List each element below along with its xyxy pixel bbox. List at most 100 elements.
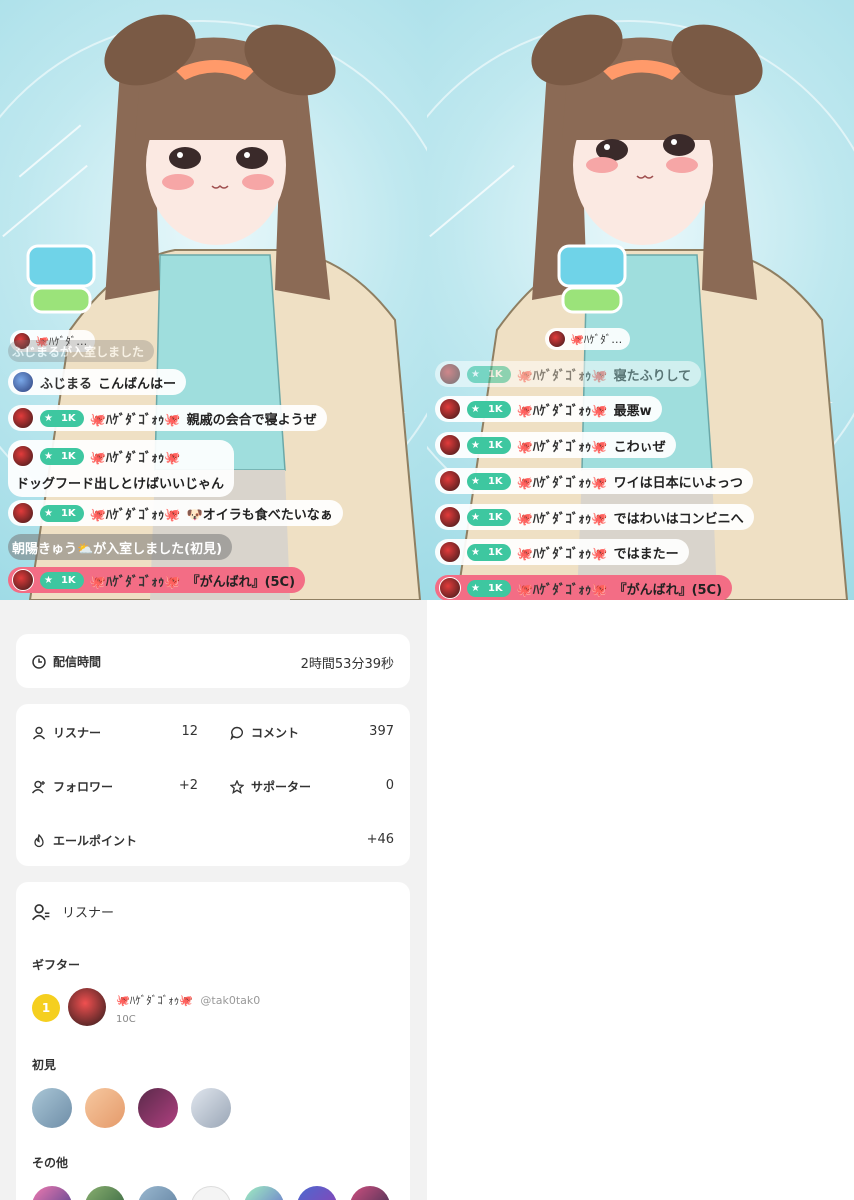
listener-avatar[interactable] <box>138 1186 178 1200</box>
empty-area <box>427 600 854 1200</box>
chat-message[interactable]: ★ 1K 🐙ﾊｹﾞﾀﾞｺﾞｫｩ🐙 寝たふりして <box>435 361 702 387</box>
rank-badge: 1 <box>32 994 60 1022</box>
chat-text: 寝たふりして <box>613 368 692 384</box>
star-icon: ★ <box>471 368 480 380</box>
chat-username: 🐙ﾊｹﾞﾀﾞｺﾞｫｩ🐙 <box>516 546 608 562</box>
stats-card: リスナー 12 コメント 397 フォロワー +2 サポーター 0 エールポイン… <box>16 704 410 866</box>
yell-points-value: +46 <box>366 832 394 847</box>
first-time-heading: 初見 <box>32 1058 57 1072</box>
clock-icon <box>32 654 46 669</box>
add-person-icon <box>32 780 45 793</box>
user-avatar <box>439 363 461 385</box>
chat-message[interactable]: ★ 1K 🐙ﾊｹﾞﾀﾞｺﾞｫｩ🐙 🐶オイラも食べたいなぁ <box>8 500 343 526</box>
level-badge: ★ 1K <box>467 472 511 490</box>
star-icon: ★ <box>471 403 480 415</box>
notice-text: 朝陽きゅう⛅が入室しました(初見) <box>12 541 223 557</box>
user-avatar <box>439 434 461 456</box>
listener-avatar[interactable] <box>297 1186 337 1200</box>
followers-value: +2 <box>178 778 198 793</box>
star-icon: ★ <box>44 450 53 462</box>
listener-avatar[interactable] <box>350 1186 390 1200</box>
notice-text: ふじまるが入室しました <box>12 344 145 359</box>
supporters-value: 0 <box>385 778 394 793</box>
level-badge: ★ 1K <box>467 436 511 454</box>
listener-avatar[interactable] <box>191 1088 231 1128</box>
user-avatar <box>439 541 461 563</box>
gifters-heading: ギフター <box>32 958 81 972</box>
star-icon: ★ <box>471 546 480 558</box>
user-avatar <box>548 330 566 348</box>
chat-message[interactable]: ★ 1K 🐙ﾊｹﾞﾀﾞｺﾞｫｩ🐙 ではわいはコンビニへ <box>435 504 754 530</box>
chat-text: 親戚の会合で寝ようぜ <box>186 412 317 428</box>
gifter-info[interactable]: 🐙ﾊｹﾞﾀﾞｺﾞｫｩ🐙 @tak0tak0 10C <box>116 992 260 1025</box>
level-badge: ★ 1K <box>467 579 511 597</box>
listener-avatar[interactable] <box>32 1088 72 1128</box>
listener-avatar[interactable] <box>85 1088 125 1128</box>
star-icon: ★ <box>471 475 480 487</box>
chat-message[interactable]: ★ 1K 🐙ﾊｹﾞﾀﾞｺﾞｫｩ🐙 こわぃぜ <box>435 432 676 458</box>
comment-icon <box>230 726 243 740</box>
listener-avatar[interactable] <box>191 1186 231 1200</box>
chat-username: 🐙ﾊｹﾞﾀﾞｺﾞｫｩ🐙 <box>516 403 608 419</box>
user-avatar <box>439 470 461 492</box>
user-avatar <box>12 445 34 467</box>
level-badge: ★ 1K <box>467 365 511 383</box>
gifter-name: 🐙ﾊｹﾞﾀﾞｺﾞｫｩ🐙 <box>116 994 193 1007</box>
listener-avatar[interactable] <box>244 1186 284 1200</box>
stream-left-panel: ✦ ✦ ✦ 🐙ﾊｹﾞﾀﾞ… ふじまるが入室しました <box>0 0 427 600</box>
chat-username: 🐙ﾊｹﾞﾀﾞｺﾞｫｩ🐙 <box>516 439 608 455</box>
listener-avatar[interactable] <box>138 1088 178 1128</box>
duration-value: 2時間53分39秒 <box>300 657 394 672</box>
level-badge: ★ 1K <box>467 400 511 418</box>
listener-avatar[interactable] <box>85 1186 125 1200</box>
listener-avatar[interactable] <box>32 1186 72 1200</box>
user-avatar <box>12 569 34 591</box>
user-avatar <box>439 577 461 599</box>
chat-username: 🐙ﾊｹﾞﾀﾞｺﾞｫｩ🐙 <box>516 511 608 527</box>
chat-message[interactable]: ふじまる こんばんはー <box>8 369 187 395</box>
chat-text: ではまたー <box>613 546 679 562</box>
level-badge: ★ 1K <box>40 571 84 589</box>
system-notice: ふじまるが入室しました <box>8 340 155 362</box>
star-icon: ★ <box>471 582 480 594</box>
listeners-value: 12 <box>181 724 198 739</box>
chat-username: 🐙ﾊｹﾞﾀﾞｺﾞｫｩ🐙 <box>89 574 181 590</box>
chat-username: ふじまる <box>40 376 93 392</box>
listener-list-icon <box>32 903 50 920</box>
level-badge: ★ 1K <box>40 504 84 522</box>
listeners-section-title: リスナー <box>32 902 114 921</box>
system-notice: 朝陽きゅう⛅が入室しました(初見) <box>8 534 233 560</box>
level-badge: ★ 1K <box>40 409 84 427</box>
supporters-label: サポーター <box>230 778 311 795</box>
user-avatar <box>12 371 34 393</box>
duration-label: 配信時間 <box>32 653 101 670</box>
star-icon: ★ <box>471 511 480 523</box>
chat-message[interactable]: ★ 1K 🐙ﾊｹﾞﾀﾞｺﾞｫｩ🐙 親戚の会合で寝ようぜ <box>8 405 327 431</box>
gift-message[interactable]: ★ 1K 🐙ﾊｹﾞﾀﾞｺﾞｫｩ🐙 『がんばれ』(5C) <box>435 575 733 600</box>
others-heading: その他 <box>32 1156 69 1170</box>
sticker-image <box>557 244 627 314</box>
level-badge: ★ 1K <box>467 508 511 526</box>
chat-text: 『がんばれ』(5C) <box>613 582 723 598</box>
duration-card: 配信時間 2時間53分39秒 <box>16 634 410 688</box>
mini-user-tag[interactable]: 🐙ﾊｹﾞﾀﾞ… <box>545 328 631 350</box>
chat-message[interactable]: ★ 1K 🐙ﾊｹﾞﾀﾞｺﾞｫｩ🐙 ワイは日本にいよっつ <box>435 468 753 494</box>
gifter-handle: @tak0tak0 <box>200 994 261 1007</box>
gift-message[interactable]: ★ 1K 🐙ﾊｹﾞﾀﾞｺﾞｫｩ🐙 『がんばれ』(5C) <box>8 567 306 593</box>
chat-message[interactable]: ★ 1K 🐙ﾊｹﾞﾀﾞｺﾞｫｩ🐙 最悪w <box>435 396 662 422</box>
chat-message[interactable]: ★ 1K 🐙ﾊｹﾞﾀﾞｺﾞｫｩ🐙 ドッグフード出しとけばいいじゃん <box>8 440 235 497</box>
chat-username: 🐙ﾊｹﾞﾀﾞｺﾞｫｩ🐙 <box>516 582 608 598</box>
chat-message[interactable]: ★ 1K 🐙ﾊｹﾞﾀﾞｺﾞｫｩ🐙 ではまたー <box>435 539 689 565</box>
user-avatar <box>439 398 461 420</box>
level-badge: ★ 1K <box>467 543 511 561</box>
chat-username: 🐙ﾊｹﾞﾀﾞｺﾞｫｩ🐙 <box>516 368 608 384</box>
chat-username: 🐙ﾊｹﾞﾀﾞｺﾞｫｩ🐙 <box>89 412 181 428</box>
star-icon: ★ <box>44 412 53 424</box>
gifter-avatar[interactable] <box>68 988 106 1026</box>
listeners-label: リスナー <box>32 724 101 741</box>
user-avatar <box>439 506 461 528</box>
chat-username: 🐙ﾊｹﾞﾀﾞｺﾞｫｩ🐙 <box>89 450 181 466</box>
chat-text: ではわいはコンビニへ <box>613 511 744 527</box>
stream-summary: 配信時間 2時間53分39秒 リスナー 12 コメント 397 フォロワー +2… <box>0 600 427 1200</box>
star-outline-icon <box>230 779 244 794</box>
